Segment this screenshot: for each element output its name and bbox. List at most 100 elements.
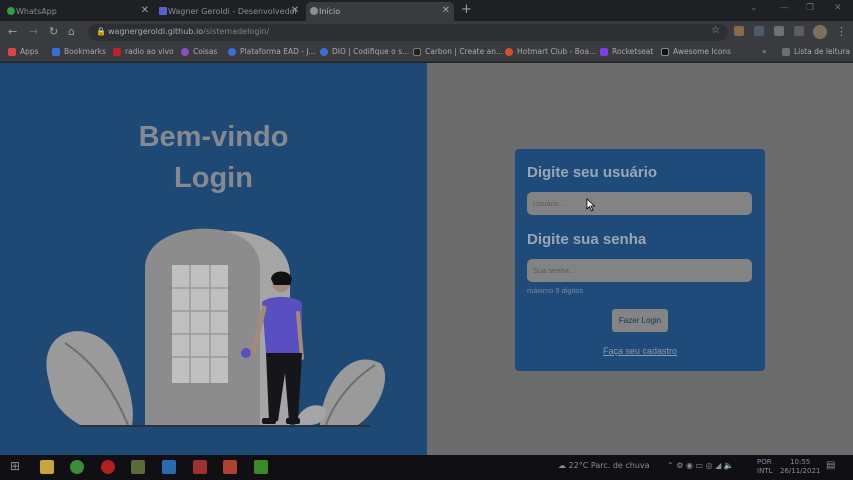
password-input[interactable] — [527, 259, 752, 282]
lang-bottom: INTL — [757, 467, 773, 475]
bookmark-carbon[interactable]: Carbon | Create an... — [413, 47, 503, 56]
bookmark-label: Carbon | Create an... — [425, 47, 504, 56]
back-icon[interactable]: ← — [8, 25, 17, 38]
plant-left — [46, 331, 133, 425]
star-icon — [52, 47, 60, 56]
person-shoe — [286, 418, 300, 424]
file-explorer-icon[interactable] — [40, 460, 54, 474]
youtube-icon — [113, 47, 121, 56]
weather-widget[interactable]: ☁ 22°C Parc. de chuva — [558, 461, 650, 470]
bookmark-label: Awesome Icons — [673, 47, 731, 56]
login-card: Digite seu usuário Digite sua senha máxi… — [515, 149, 765, 371]
close-window-button[interactable]: ✕ — [834, 3, 842, 13]
carbon-icon — [413, 47, 421, 56]
url-path: /sistemadelogin/ — [203, 27, 270, 36]
clock-time: 10:55 — [790, 458, 811, 466]
tab-portfolio[interactable]: Wagner Geroldi - Desenvolvedor ✕ — [155, 2, 303, 21]
chrome-icon[interactable] — [70, 460, 84, 474]
page-content: Bem-vindo Login Digite seu usuário Usuár… — [0, 63, 853, 455]
profile-avatar[interactable] — [813, 25, 827, 39]
globe-icon — [310, 7, 318, 15]
more-bookmarks-icon[interactable]: » — [762, 47, 767, 56]
notifications-icon[interactable]: ▤ — [826, 460, 835, 474]
hotmart-icon — [505, 47, 513, 56]
bookmark-coisas[interactable]: Coisas — [181, 47, 217, 56]
bookmark-rocketseat[interactable]: Rocketseat — [600, 47, 653, 56]
signup-link[interactable]: Faça seu cadastro — [515, 346, 765, 356]
toolbar: ← → ↻ ⌂ 🔒 wagnergeroldi.github.io/sistem… — [0, 21, 853, 44]
bookmark-dio[interactable]: DIO | Codifique o s... — [320, 47, 409, 56]
app-icon[interactable] — [193, 460, 207, 474]
reading-list-icon — [782, 47, 790, 56]
reading-list-button[interactable]: Lista de leitura — [782, 47, 850, 56]
new-tab-button[interactable]: + — [461, 2, 472, 17]
door-window — [172, 265, 228, 383]
tab-title: Wagner Geroldi - Desenvolvedor — [168, 7, 298, 16]
reading-list-icon[interactable] — [794, 26, 804, 36]
camtasia-icon[interactable] — [254, 460, 268, 474]
portfolio-icon — [159, 7, 167, 15]
tray-icons[interactable]: ⌃ ⚙ ◉ ▭ ◎ ◢ 🔈 — [667, 461, 734, 470]
bookmark-radio[interactable]: radio ao vivo — [113, 47, 174, 56]
tab-whatsapp[interactable]: WhatsApp ✕ — [3, 2, 153, 21]
windows-start-icon[interactable]: ⊞ — [10, 459, 24, 473]
bookmark-label: Hotmart Club - Boa... — [517, 47, 597, 56]
welcome-line-1: Bem-vindo — [138, 121, 289, 153]
bookmark-label: Rocketseat — [612, 47, 654, 56]
close-tab-icon[interactable]: ✕ — [141, 5, 149, 16]
user-heading: Digite seu usuário — [527, 164, 658, 181]
close-tab-icon[interactable]: ✕ — [442, 5, 450, 16]
rocketseat-icon — [600, 47, 608, 56]
whatsapp-icon — [7, 7, 15, 15]
more-menu-icon[interactable]: ⋮ — [836, 25, 847, 38]
username-input[interactable] — [527, 192, 752, 215]
bookmark-awesome-icons[interactable]: Awesome Icons — [661, 47, 731, 56]
form-panel: Digite seu usuário Digite sua senha máxi… — [427, 63, 853, 455]
extension-icon[interactable] — [734, 26, 744, 36]
puzzle-icon[interactable] — [774, 26, 784, 36]
app-icon[interactable] — [223, 460, 237, 474]
site-icon — [228, 47, 236, 56]
bookmark-plataforma[interactable]: Plataforma EAD - J... — [228, 47, 316, 56]
person-shoe — [262, 418, 276, 424]
bookmark-apps[interactable]: Apps — [8, 47, 39, 56]
vscode-icon[interactable] — [162, 460, 176, 474]
forward-icon[interactable]: → — [29, 25, 38, 38]
bookmark-bookmarks[interactable]: Bookmarks — [52, 47, 106, 56]
bookmark-label: DIO | Codifique o s... — [332, 47, 410, 56]
clock-date: 26/11/2021 — [780, 467, 821, 475]
address-bar[interactable]: 🔒 wagnergeroldi.github.io/sistemadelogin… — [88, 24, 728, 41]
bookmark-label: Apps — [20, 47, 39, 56]
url-host: wagnergeroldi.github.io — [108, 27, 204, 36]
password-hint: máximo 8 digitos — [527, 286, 584, 295]
opera-icon[interactable] — [101, 460, 115, 474]
bookmark-hotmart[interactable]: Hotmart Club - Boa... — [505, 47, 596, 56]
bookmark-label: Bookmarks — [64, 47, 106, 56]
tab-title: Início — [319, 7, 341, 16]
minimize-button[interactable]: — — [780, 3, 789, 13]
maximize-button[interactable]: ❐ — [806, 3, 814, 13]
extension-icon[interactable] — [754, 26, 764, 36]
bookmark-label: radio ao vivo — [125, 47, 174, 56]
flag-icon — [661, 47, 669, 56]
reload-icon[interactable]: ↻ — [49, 25, 58, 38]
system-clock[interactable]: 10:55 26/11/2021 — [780, 458, 820, 476]
person-shirt — [262, 296, 302, 353]
close-tab-icon[interactable]: ✕ — [291, 5, 299, 16]
welcome-panel: Bem-vindo Login — [0, 63, 427, 455]
bookmark-star-icon[interactable]: ☆ — [711, 25, 720, 36]
mouse-cursor-icon — [586, 198, 596, 212]
tab-inicio[interactable]: Início ✕ — [306, 2, 454, 21]
welcome-line-2: Login — [174, 162, 253, 194]
weather-text: 22°C Parc. de chuva — [568, 461, 650, 470]
tab-strip: WhatsApp ✕ Wagner Geroldi - Desenvolvedo… — [0, 0, 853, 21]
login-button[interactable]: Fazer Login — [612, 309, 668, 332]
url-text[interactable]: wagnergeroldi.github.io/sistemadelogin/ — [108, 27, 269, 36]
welcome-title: Bem-vindo Login — [0, 117, 427, 199]
language-indicator[interactable]: POR INTL — [757, 458, 772, 476]
bookmark-label: Coisas — [193, 47, 218, 56]
git-icon[interactable] — [131, 460, 145, 474]
tab-search-icon[interactable]: ⌄ — [750, 3, 758, 13]
home-icon[interactable]: ⌂ — [68, 25, 75, 38]
taskbar: ⊞ ☁ 22°C Parc. de chuva ⌃ ⚙ ◉ ▭ ◎ ◢ 🔈 PO… — [0, 455, 853, 480]
